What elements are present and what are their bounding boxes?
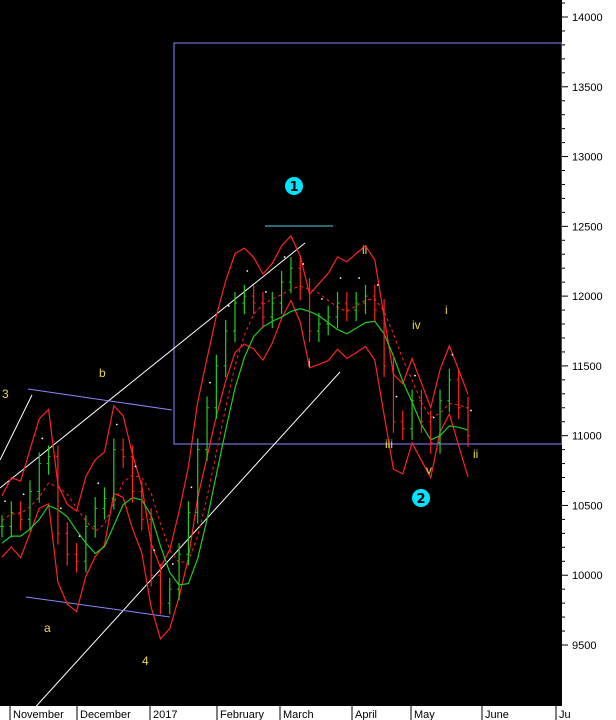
- wave-label: b: [99, 366, 106, 380]
- x-tick-label: April: [355, 709, 377, 720]
- trailing-dot: [153, 549, 156, 552]
- y-tick-label: 11000: [572, 431, 602, 443]
- y-tick-label: 14000: [572, 12, 603, 24]
- y-tick-label: 10000: [572, 570, 603, 582]
- y-tick-label: 10500: [572, 500, 603, 512]
- x-tick-label: December: [80, 709, 131, 720]
- x-tick-label: Ju: [559, 709, 571, 720]
- y-tick-label: 9500: [572, 640, 596, 652]
- wave-label: iv: [412, 318, 421, 332]
- x-tick-label: June: [485, 709, 509, 720]
- x-tick-label: 2017: [153, 709, 177, 720]
- trailing-dot: [470, 409, 472, 412]
- trailing-dot: [414, 374, 416, 377]
- trailing-dot: [41, 437, 44, 440]
- y-tick-label: 11500: [572, 361, 602, 373]
- wave-label: a: [44, 621, 51, 635]
- trailing-dot: [358, 277, 361, 279]
- chart-area: 3ba4iiiiiiivviii12 950010000105001100011…: [0, 0, 616, 720]
- trailing-dot: [302, 263, 305, 265]
- trailing-dot: [134, 465, 137, 468]
- trailing-dot: [432, 416, 435, 419]
- wave-label: i: [445, 303, 448, 317]
- trailing-dot: [339, 277, 342, 279]
- x-tick-label: February: [220, 709, 265, 720]
- wave-label: ii: [362, 243, 367, 257]
- trailing-dot: [376, 284, 379, 286]
- trailing-dot: [171, 563, 174, 565]
- y-tick-label: 13500: [572, 82, 603, 94]
- x-tick-label: May: [414, 709, 435, 720]
- y-axis: 9500 10000 10500 11000 11500 12000 12500 13000 1…: [562, 0, 616, 706]
- trailing-dot: [283, 256, 286, 258]
- wave-label: i: [308, 356, 311, 370]
- wave-circle-label: 1: [289, 180, 298, 195]
- trailing-dot: [60, 507, 62, 510]
- wave-label: ii: [473, 447, 478, 461]
- trailing-dot: [395, 395, 398, 398]
- trailing-dot: [190, 486, 193, 489]
- trailing-dot: [4, 500, 6, 503]
- wave-label: v: [426, 463, 432, 477]
- x-tick-label: March: [283, 709, 314, 720]
- wave-label: 4: [142, 654, 149, 668]
- trailing-dot: [451, 353, 454, 356]
- wave-label: 3: [2, 387, 9, 401]
- trailing-dot: [227, 304, 230, 307]
- trailing-dot: [22, 493, 25, 496]
- x-tick-label: November: [13, 709, 64, 720]
- y-axis-panel: [562, 0, 616, 706]
- y-tick-label: 12000: [572, 291, 603, 303]
- trailing-dot: [97, 482, 100, 485]
- wave-circle-label: 2: [416, 492, 425, 507]
- x-axis: November December 2017 February March April Ma…: [0, 706, 616, 720]
- wave-label: iii: [385, 437, 393, 451]
- y-tick-label: 13000: [572, 152, 603, 164]
- trailing-dot: [320, 298, 323, 300]
- y-tick-label: 12500: [572, 221, 603, 233]
- trailing-dot: [115, 423, 118, 426]
- trailing-dot: [265, 291, 267, 293]
- trailing-dot: [246, 270, 249, 272]
- trailing-dot: [209, 381, 211, 384]
- trailing-dot: [78, 535, 81, 538]
